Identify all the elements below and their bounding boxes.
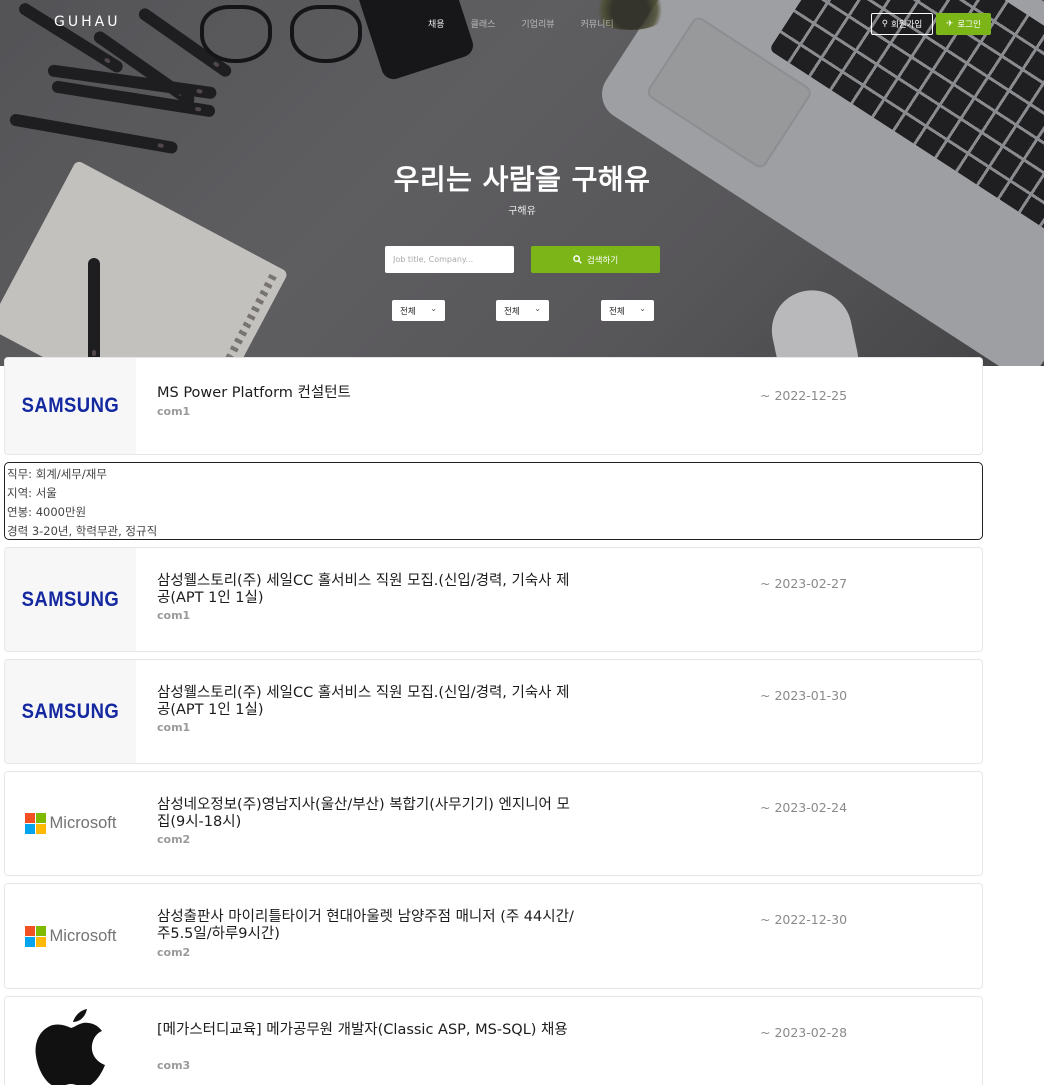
job-title[interactable]: 삼성웰스토리(주) 세일CC 홀서비스 직원 모집.(신입/경력, 기숙사 제공… bbox=[157, 573, 577, 607]
company-logo: Microsoft bbox=[5, 772, 136, 875]
filter-value: 전체 bbox=[504, 306, 520, 317]
company-name: com1 bbox=[157, 609, 191, 622]
job-detail-panel: 직무: 회계/세무/재무 지역: 서울 연봉: 4000만원 경력 3-20년,… bbox=[4, 462, 983, 540]
map-pin-icon: ⚲ bbox=[881, 19, 888, 29]
microsoft-logo-text: Microsoft bbox=[49, 926, 117, 945]
deadline-date: ~ 2023-01-30 bbox=[760, 688, 848, 703]
company-name: com1 bbox=[157, 721, 191, 734]
job-card[interactable]: [메가스터디교육] 메가공무원 개발자(Classic ASP, MS-SQL)… bbox=[4, 996, 983, 1085]
search-button-label: 검색하기 bbox=[586, 255, 619, 266]
hero-banner: GUHAU 채용 클래스 기업리뷰 커뮤니티 ⚲ 회원가입 ✈ 로그인 우리는 … bbox=[0, 0, 1044, 366]
company-name: com3 bbox=[157, 1059, 191, 1072]
company-name: com2 bbox=[157, 946, 191, 959]
job-card[interactable]: Microsoft 삼성네오정보(주)영남지사(울산/부산) 복합기(사무기기)… bbox=[4, 771, 983, 876]
job-card[interactable]: SAMSUNG MS Power Platform 컨설턴트 com1 ~ 20… bbox=[4, 357, 983, 455]
signup-label: 회원가입 bbox=[890, 20, 923, 30]
samsung-logo: SAMSUNG bbox=[21, 587, 120, 611]
brand-logo[interactable]: GUHAU bbox=[54, 14, 120, 30]
microsoft-logo: Microsoft bbox=[24, 925, 117, 947]
chevron-down-icon: ⌄ bbox=[430, 304, 437, 313]
search-button[interactable]: 검색하기 bbox=[531, 246, 660, 273]
filter-select-3[interactable]: 전체 ⌄ bbox=[601, 300, 654, 321]
nav-item-community[interactable]: 커뮤니티 bbox=[581, 17, 614, 30]
samsung-logo: SAMSUNG bbox=[21, 699, 120, 723]
chevron-down-icon: ⌄ bbox=[534, 304, 541, 313]
filter-select-1[interactable]: 전체 ⌄ bbox=[392, 300, 445, 321]
samsung-logo: SAMSUNG bbox=[21, 394, 120, 417]
filter-value: 전체 bbox=[609, 306, 625, 317]
microsoft-logo: Microsoft bbox=[24, 813, 117, 834]
job-card[interactable]: SAMSUNG 삼성웰스토리(주) 세일CC 홀서비스 직원 모집.(신입/경력… bbox=[4, 547, 983, 652]
microsoft-logo-text: Microsoft bbox=[49, 814, 117, 832]
login-button[interactable]: ✈ 로그인 bbox=[936, 13, 991, 35]
job-title[interactable]: 삼성출판사 마이리틀타이거 현대아울렛 남양주점 매니저 (주 44시간/주5.… bbox=[157, 909, 577, 943]
detail-line: 지역: 서울 bbox=[7, 486, 57, 500]
rocket-icon: ✈ bbox=[946, 19, 954, 29]
nav-item-class[interactable]: 클래스 bbox=[471, 17, 496, 30]
job-title[interactable]: MS Power Platform 컨설턴트 bbox=[157, 385, 577, 402]
detail-line: 연봉: 4000만원 bbox=[7, 505, 87, 519]
nav-item-jobs[interactable]: 채용 bbox=[428, 17, 445, 30]
filter-select-2[interactable]: 전체 ⌄ bbox=[496, 300, 549, 321]
chevron-down-icon: ⌄ bbox=[639, 304, 646, 313]
company-logo: Microsoft bbox=[5, 884, 136, 988]
hero-title: 우리는 사람을 구해유 bbox=[393, 163, 651, 196]
search-icon bbox=[573, 255, 582, 264]
detail-line: 경력 3-20년, 학력무관, 정규직 bbox=[7, 524, 158, 538]
company-logo: SAMSUNG bbox=[5, 358, 136, 454]
job-card[interactable]: Microsoft 삼성출판사 마이리틀타이거 현대아울렛 남양주점 매니저 (… bbox=[4, 883, 983, 989]
company-name: com1 bbox=[157, 405, 191, 418]
company-logo: SAMSUNG bbox=[5, 548, 136, 651]
deadline-date: ~ 2023-02-27 bbox=[760, 576, 848, 591]
apple-logo-icon bbox=[35, 1009, 105, 1085]
company-name: com2 bbox=[157, 833, 191, 846]
filter-value: 전체 bbox=[400, 306, 416, 317]
job-card[interactable]: SAMSUNG 삼성웰스토리(주) 세일CC 홀서비스 직원 모집.(신입/경력… bbox=[4, 659, 983, 764]
deadline-date: ~ 2023-02-28 bbox=[760, 1025, 848, 1040]
company-logo bbox=[5, 997, 136, 1085]
deadline-date: ~ 2022-12-25 bbox=[760, 388, 848, 403]
company-logo: SAMSUNG bbox=[5, 660, 136, 763]
nav-item-company-review[interactable]: 기업리뷰 bbox=[521, 17, 554, 30]
hero-subtitle: 구해유 bbox=[508, 206, 536, 217]
signup-button[interactable]: ⚲ 회원가입 bbox=[871, 13, 933, 35]
deadline-date: ~ 2022-12-30 bbox=[760, 912, 848, 927]
job-title[interactable]: [메가스터디교육] 메가공무원 개발자(Classic ASP, MS-SQL)… bbox=[157, 1022, 577, 1039]
login-label: 로그인 bbox=[957, 20, 981, 30]
deadline-date: ~ 2023-02-24 bbox=[760, 800, 848, 815]
detail-line: 직무: 회계/세무/재무 bbox=[7, 467, 107, 481]
main-nav: 채용 클래스 기업리뷰 커뮤니티 bbox=[428, 17, 640, 30]
search-input[interactable] bbox=[385, 246, 514, 273]
job-title[interactable]: 삼성웰스토리(주) 세일CC 홀서비스 직원 모집.(신입/경력, 기숙사 제공… bbox=[157, 685, 577, 719]
job-title[interactable]: 삼성네오정보(주)영남지사(울산/부산) 복합기(사무기기) 엔지니어 모집(9… bbox=[157, 797, 577, 831]
